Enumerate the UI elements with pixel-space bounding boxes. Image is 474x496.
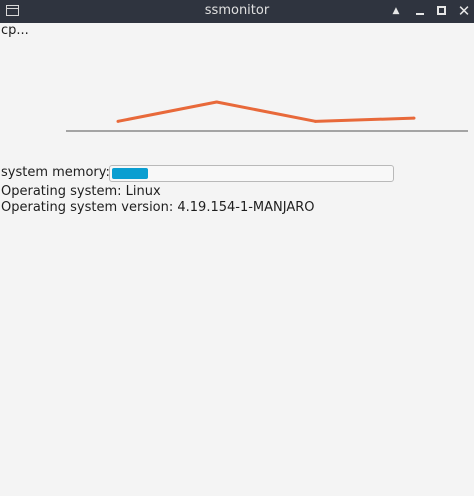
os-version-text: Operating system version: 4.19.154-1-MAN… — [1, 200, 315, 215]
maximize-icon[interactable] — [433, 2, 451, 20]
shade-icon[interactable]: ▲ — [387, 2, 405, 20]
cpu-label: cp... — [1, 23, 29, 38]
title-bar: ssmonitor ▲ ✕ — [0, 0, 474, 23]
minimize-icon[interactable] — [411, 2, 429, 20]
cpu-data-point — [116, 119, 120, 123]
cpu-data-point — [412, 116, 416, 120]
cpu-series-line — [117, 100, 415, 123]
memory-progress-fill — [112, 168, 148, 179]
os-name-text: Operating system: Linux — [1, 184, 161, 199]
close-icon[interactable]: ✕ — [455, 2, 473, 20]
cpu-data-point — [313, 119, 317, 123]
cpu-line-chart — [66, 100, 468, 132]
cpu-data-point — [215, 100, 219, 104]
memory-progress-bar — [109, 165, 394, 182]
system-memory-label: system memory: — [1, 165, 110, 180]
